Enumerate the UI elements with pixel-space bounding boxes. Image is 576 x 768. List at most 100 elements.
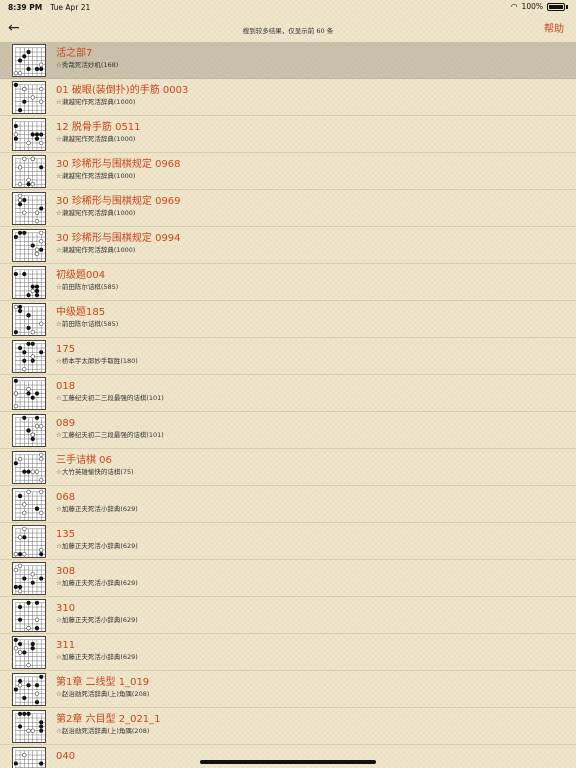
go-board-thumbnail [12, 636, 46, 669]
list-item[interactable]: 135 ☆加藤正夫死活小辞典(629) [0, 523, 576, 560]
go-board-thumbnail [12, 562, 46, 595]
list-item-text: 068 ☆加藤正夫死活小辞典(629) [56, 491, 138, 514]
list-item[interactable]: 30 珍稀形与围棋规定 0968 ☆濑越宪作死活辞典(1000) [0, 153, 576, 190]
problem-source: ☆濑越宪作死活辞典(1000) [56, 98, 136, 106]
problem-title: 068 [56, 492, 76, 503]
list-item[interactable]: 308 ☆加藤正夫死活小辞典(629) [0, 560, 576, 597]
problem-title: 310 [56, 603, 76, 614]
navigation-bar: ← 搜到较多结果，仅显示前 60 条 帮助 [0, 14, 576, 42]
list-item-text: 01 破眼(装倒扑)的手筋 0003 ☆濑越宪作死活辞典(1000) [56, 84, 188, 107]
problem-source: ☆濑越宪作死活辞典(1000) [56, 172, 136, 180]
list-item-text: 310 ☆加藤正夫死活小辞典(629) [56, 602, 138, 625]
list-item[interactable]: 311 ☆加藤正夫死活小辞典(629) [0, 634, 576, 671]
problem-source: ☆加藤正夫死活小辞典(629) [56, 653, 138, 661]
problem-title: 311 [56, 640, 76, 651]
list-item-text: 175 ☆桥本宇太郎妙手取胜(180) [56, 343, 138, 366]
problem-title: 01 破眼(装倒扑)的手筋 0003 [56, 85, 189, 96]
problem-source: ☆前田陈尔诘棋(585) [56, 283, 119, 291]
status-time: 8:39 PM [8, 2, 43, 12]
problem-title: 12 脱骨手筋 0511 [56, 122, 141, 133]
list-item-text: 135 ☆加藤正夫死活小辞典(629) [56, 528, 138, 551]
go-board-thumbnail [12, 710, 46, 743]
go-board-thumbnail [12, 155, 46, 188]
problem-title: 初级题004 [56, 270, 106, 281]
problem-title: 活之部7 [56, 48, 93, 59]
list-item-text: 初级题004 ☆前田陈尔诘棋(585) [56, 269, 118, 292]
go-board-thumbnail [12, 488, 46, 521]
problem-title: 089 [56, 418, 76, 429]
problem-source: ☆濑越宪作死活辞典(1000) [56, 246, 136, 254]
battery-icon [547, 2, 565, 11]
problem-source: ☆赵治勋死活辞典(上)角隅(208) [56, 690, 150, 698]
problem-title: 第1章 二线型 1_019 [56, 677, 150, 688]
list-item-text: 040 [56, 750, 75, 763]
list-item-text: 活之部7 ☆秀哉死活妙机(168) [56, 47, 118, 70]
go-board-thumbnail [12, 44, 46, 77]
status-right: ◠ 100% [511, 2, 568, 11]
list-item[interactable]: 初级题004 ☆前田陈尔诘棋(585) [0, 264, 576, 301]
problem-source: ☆前田陈尔诘棋(585) [56, 320, 119, 328]
problem-source: ☆加藤正夫死活小辞典(629) [56, 579, 138, 587]
go-board-thumbnail [12, 118, 46, 151]
list-item-text: 第1章 二线型 1_019 ☆赵治勋死活辞典(上)角隅(208) [56, 676, 149, 699]
problem-source: ☆工藤纪夫初二三段最强的诘棋(101) [56, 394, 164, 402]
list-item-text: 中级题185 ☆前田陈尔诘棋(585) [56, 306, 118, 329]
nav-title: 搜到较多结果，仅显示前 60 条 [242, 27, 334, 35]
list-item[interactable]: 018 ☆工藤纪夫初二三段最强的诘棋(101) [0, 375, 576, 412]
help-button[interactable]: 帮助 [544, 20, 564, 35]
status-date: Tue Apr 21 [50, 2, 91, 12]
list-item[interactable]: 活之部7 ☆秀哉死活妙机(168) [0, 42, 576, 79]
list-item[interactable]: 30 珍稀形与围棋规定 0994 ☆濑越宪作死活辞典(1000) [0, 227, 576, 264]
go-board-thumbnail [12, 451, 46, 484]
battery-percent: 100% [521, 2, 543, 11]
go-board-thumbnail [12, 747, 46, 768]
list-item-text: 三手诘棋 06 ☆大竹英雄愉快的诘棋(75) [56, 454, 134, 477]
list-item[interactable]: 089 ☆工藤纪夫初二三段最强的诘棋(101) [0, 412, 576, 449]
problem-title: 中级题185 [56, 307, 106, 318]
problem-source: ☆大竹英雄愉快的诘棋(75) [56, 468, 134, 476]
problem-source: ☆赵治勋死活辞典(上)角隅(208) [56, 727, 150, 735]
problem-title: 018 [56, 381, 76, 392]
problem-title: 135 [56, 529, 76, 540]
problem-list: 活之部7 ☆秀哉死活妙机(168) 01 破眼(装倒扑)的手筋 0003 ☆濑越宪作死… [0, 42, 576, 768]
list-item-text: 30 珍稀形与围棋规定 0968 ☆濑越宪作死活辞典(1000) [56, 158, 181, 181]
go-board-thumbnail [12, 192, 46, 225]
go-board-thumbnail [12, 599, 46, 632]
go-board-thumbnail [12, 525, 46, 558]
go-board-thumbnail [12, 303, 46, 336]
problem-source: ☆濑越宪作死活辞典(1000) [56, 135, 136, 143]
problem-title: 30 珍稀形与围棋规定 0968 [56, 159, 181, 170]
list-item[interactable]: 068 ☆加藤正夫死活小辞典(629) [0, 486, 576, 523]
list-item-text: 089 ☆工藤纪夫初二三段最强的诘棋(101) [56, 417, 164, 440]
problem-source: ☆桥本宇太郎妙手取胜(180) [56, 357, 138, 365]
list-item[interactable]: 01 破眼(装倒扑)的手筋 0003 ☆濑越宪作死活辞典(1000) [0, 79, 576, 116]
problem-source: ☆秀哉死活妙机(168) [56, 61, 119, 69]
list-item[interactable]: 12 脱骨手筋 0511 ☆濑越宪作死活辞典(1000) [0, 116, 576, 153]
wifi-icon: ◠ [510, 2, 518, 11]
problem-source: ☆加藤正夫死活小辞典(629) [56, 542, 138, 550]
home-indicator[interactable] [200, 760, 376, 764]
list-item-text: 30 珍稀形与围棋规定 0969 ☆濑越宪作死活辞典(1000) [56, 195, 181, 218]
list-item[interactable]: 175 ☆桥本宇太郎妙手取胜(180) [0, 338, 576, 375]
problem-source: ☆工藤纪夫初二三段最强的诘棋(101) [56, 431, 164, 439]
list-item[interactable]: 第1章 二线型 1_019 ☆赵治勋死活辞典(上)角隅(208) [0, 671, 576, 708]
status-bar: 8:39 PM Tue Apr 21 ◠ 100% [0, 0, 576, 14]
list-item[interactable]: 第2章 六目型 2_021_1 ☆赵治勋死活辞典(上)角隅(208) [0, 708, 576, 745]
list-item[interactable]: 三手诘棋 06 ☆大竹英雄愉快的诘棋(75) [0, 449, 576, 486]
list-item[interactable]: 中级题185 ☆前田陈尔诘棋(585) [0, 301, 576, 338]
go-board-thumbnail [12, 340, 46, 373]
go-board-thumbnail [12, 377, 46, 410]
list-item-text: 311 ☆加藤正夫死活小辞典(629) [56, 639, 138, 662]
problem-title: 30 珍稀形与围棋规定 0994 [56, 233, 181, 244]
battery-tip [566, 4, 568, 9]
list-item[interactable]: 30 珍稀形与围棋规定 0969 ☆濑越宪作死活辞典(1000) [0, 190, 576, 227]
list-item[interactable]: 310 ☆加藤正夫死活小辞典(629) [0, 597, 576, 634]
go-board-thumbnail [12, 266, 46, 299]
problem-source: ☆加藤正夫死活小辞典(629) [56, 505, 138, 513]
problem-source: ☆濑越宪作死活辞典(1000) [56, 209, 136, 217]
list-item-text: 308 ☆加藤正夫死活小辞典(629) [56, 565, 138, 588]
problem-title: 30 珍稀形与围棋规定 0969 [56, 196, 181, 207]
list-item-text: 018 ☆工藤纪夫初二三段最强的诘棋(101) [56, 380, 164, 403]
list-item[interactable]: 040 [0, 745, 576, 768]
problem-title: 308 [56, 566, 76, 577]
